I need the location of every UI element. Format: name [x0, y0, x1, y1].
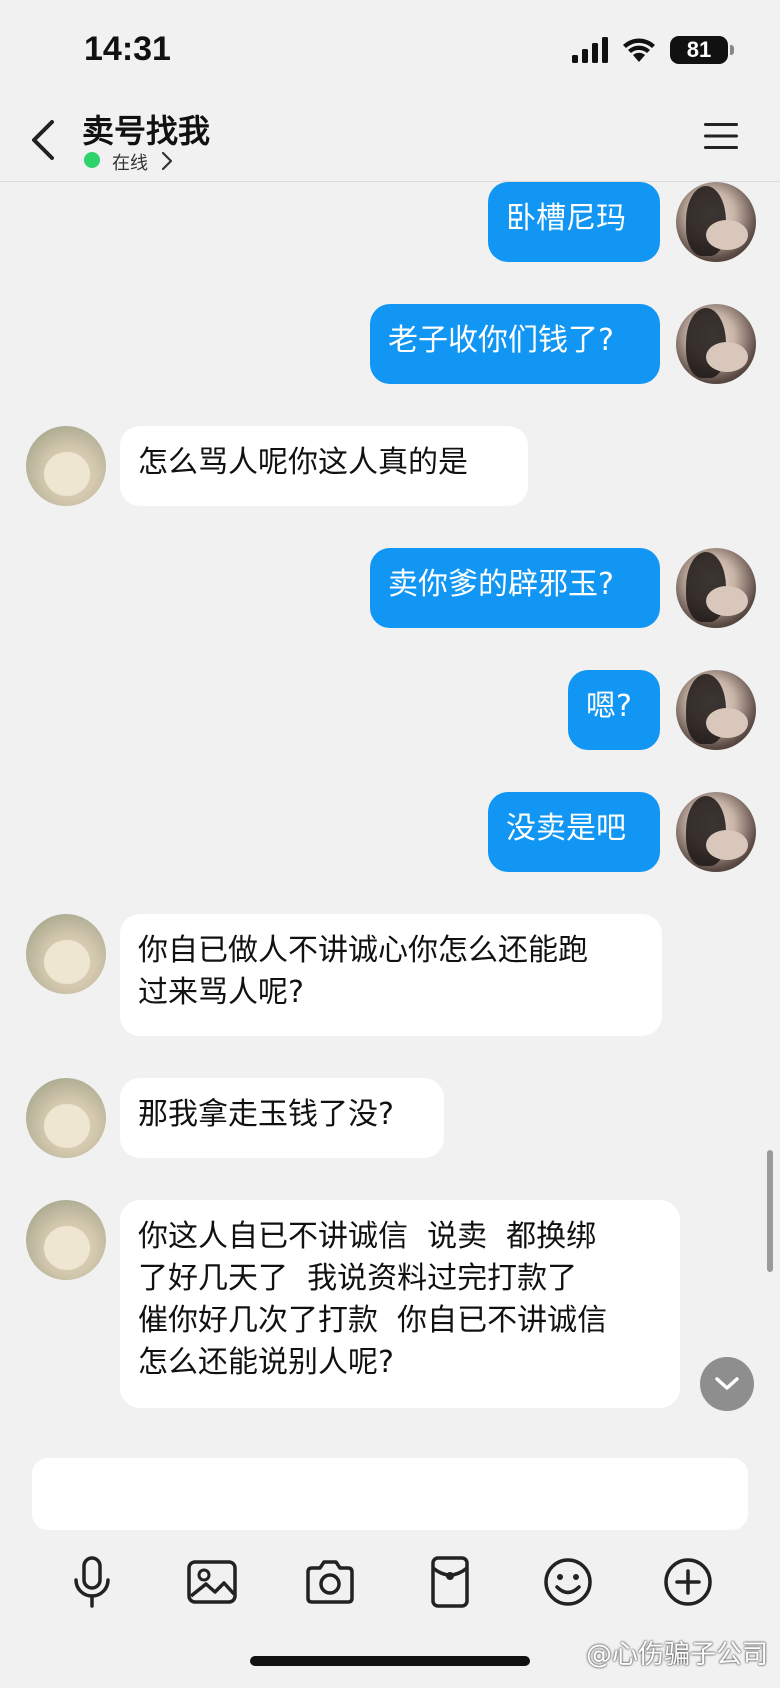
camera-icon[interactable]	[300, 1552, 360, 1612]
status-time: 14:31	[84, 30, 171, 68]
message-bubble-received[interactable]: 怎么骂人呢你这人真的是	[120, 426, 528, 506]
chat-title[interactable]: 卖号找我	[82, 106, 210, 152]
contact-avatar[interactable]	[26, 914, 106, 994]
scroll-to-bottom-button[interactable]	[700, 1357, 754, 1411]
message-bubble-sent[interactable]: 老子收你们钱了?	[370, 304, 660, 384]
red-packet-icon[interactable]	[420, 1552, 480, 1612]
image-icon[interactable]	[182, 1552, 242, 1612]
microphone-icon[interactable]	[62, 1552, 122, 1612]
chevron-right-icon[interactable]	[160, 150, 174, 172]
message-bubble-received[interactable]: 那我拿走玉钱了没?	[120, 1078, 444, 1158]
my-avatar[interactable]	[676, 792, 756, 872]
message-bubble-received[interactable]: 你这人自已不讲诚信 说卖 都换绑 了好几天了 我说资料过完打款了 催你好几次了打…	[120, 1200, 680, 1408]
chat-area[interactable]: 卧槽尼玛 老子收你们钱了? 怎么骂人呢你这人真的是 卖你爹的辟邪玉? 嗯? 没卖…	[0, 182, 780, 1440]
message-bubble-sent[interactable]: 没卖是吧	[488, 792, 660, 872]
back-icon[interactable]	[26, 116, 62, 164]
status-bar: 14:31 81	[0, 0, 780, 100]
online-status-text[interactable]: 在线	[112, 149, 148, 175]
my-avatar[interactable]	[676, 548, 756, 628]
my-avatar[interactable]	[676, 182, 756, 262]
message-bubble-received[interactable]: 你自已做人不讲诚心你怎么还能跑 过来骂人呢?	[120, 914, 662, 1036]
watermark: @心伤骗子公司	[585, 1640, 768, 1670]
my-avatar[interactable]	[676, 670, 756, 750]
chevron-down-icon	[715, 1377, 739, 1390]
chat-header: 卖号找我 在线	[0, 100, 780, 182]
contact-avatar[interactable]	[26, 1078, 106, 1158]
contact-avatar[interactable]	[26, 1200, 106, 1280]
signal-icon	[572, 37, 608, 63]
emoji-icon[interactable]	[538, 1552, 598, 1612]
contact-avatar[interactable]	[26, 426, 106, 506]
online-status-dot	[84, 152, 100, 168]
input-toolbar	[0, 1552, 780, 1622]
status-icons: 81	[572, 36, 734, 64]
message-bubble-sent[interactable]: 卧槽尼玛	[488, 182, 660, 262]
menu-icon[interactable]	[702, 120, 740, 152]
home-indicator[interactable]	[250, 1656, 530, 1666]
battery-level: 81	[686, 37, 712, 62]
message-bubble-sent[interactable]: 嗯?	[568, 670, 660, 750]
message-bubble-sent[interactable]: 卖你爹的辟邪玉?	[370, 548, 660, 628]
battery-icon: 81	[670, 36, 734, 64]
scrollbar[interactable]	[767, 1150, 773, 1272]
message-input[interactable]	[32, 1458, 748, 1530]
wifi-icon	[623, 38, 655, 62]
my-avatar[interactable]	[676, 304, 756, 384]
plus-icon[interactable]	[658, 1552, 718, 1612]
